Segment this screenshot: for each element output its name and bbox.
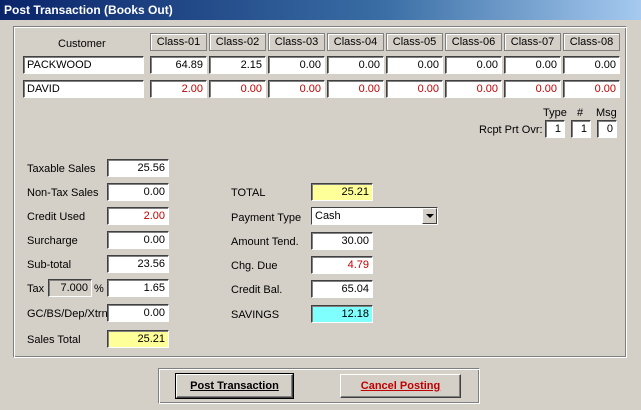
taxable-sales-field[interactable]: 25.56 xyxy=(107,159,169,177)
class-value-cell[interactable]: 0.00 xyxy=(327,80,384,98)
class-header-8: Class-08 xyxy=(563,33,620,51)
total-label: TOTAL xyxy=(231,187,266,199)
sales-total-label: Sales Total xyxy=(27,334,81,346)
cancel-posting-button[interactable]: Cancel Posting xyxy=(340,374,461,398)
surcharge-label: Surcharge xyxy=(27,235,78,247)
nontax-sales-field[interactable]: 0.00 xyxy=(107,183,169,201)
chg-due-field[interactable]: 4.79 xyxy=(311,256,373,274)
class-value-cell[interactable]: 0.00 xyxy=(563,80,620,98)
class-value-cell[interactable]: 0.00 xyxy=(268,56,325,74)
class-value-cell[interactable]: 0.00 xyxy=(504,80,561,98)
receipt-msg-header: Msg xyxy=(596,107,617,119)
receipt-num-field[interactable]: 1 xyxy=(571,120,591,138)
customer-name-field[interactable]: PACKWOOD xyxy=(23,56,144,74)
receipt-override-label: Rcpt Prt Ovr: xyxy=(479,124,543,136)
window-titlebar: Post Transaction (Books Out) xyxy=(0,0,641,20)
class-value-cell[interactable]: 2.00 xyxy=(150,80,207,98)
nontax-sales-label: Non-Tax Sales xyxy=(27,187,99,199)
gc-label: GC/BS/Dep/Xtrn xyxy=(27,308,108,320)
class-value-cell[interactable]: 0.00 xyxy=(209,80,266,98)
surcharge-field[interactable]: 0.00 xyxy=(107,231,169,249)
class-header-5: Class-05 xyxy=(386,33,443,51)
chg-due-label: Chg. Due xyxy=(231,260,278,272)
credit-bal-field[interactable]: 65.04 xyxy=(311,280,373,298)
tax-percent-sign: % xyxy=(94,283,104,295)
amount-tend-label: Amount Tend. xyxy=(231,236,299,248)
subtotal-label: Sub-total xyxy=(27,259,72,271)
class-value-cell[interactable]: 64.89 xyxy=(150,56,207,74)
total-field[interactable]: 25.21 xyxy=(311,183,373,201)
savings-field[interactable]: 12.18 xyxy=(311,305,373,323)
class-header-1: Class-01 xyxy=(150,33,207,51)
class-value-cell[interactable]: 0.00 xyxy=(386,56,443,74)
class-value-cell[interactable]: 0.00 xyxy=(563,56,620,74)
customer-name-field[interactable]: DAVID xyxy=(23,80,144,98)
class-value-cell[interactable]: 0.00 xyxy=(386,80,443,98)
receipt-msg-field[interactable]: 0 xyxy=(597,120,617,138)
amount-tend-field[interactable]: 30.00 xyxy=(311,232,373,250)
credit-used-label: Credit Used xyxy=(27,211,86,223)
class-value-cell[interactable]: 0.00 xyxy=(327,56,384,74)
chevron-down-icon[interactable] xyxy=(422,208,437,224)
post-transaction-button[interactable]: Post Transaction xyxy=(175,373,294,399)
class-header-7: Class-07 xyxy=(504,33,561,51)
class-value-cell[interactable]: 2.15 xyxy=(209,56,266,74)
savings-label: SAVINGS xyxy=(231,309,280,321)
taxable-sales-label: Taxable Sales xyxy=(27,163,96,175)
class-header-2: Class-02 xyxy=(209,33,266,51)
receipt-num-header: # xyxy=(577,107,584,119)
subtotal-field[interactable]: 23.56 xyxy=(107,255,169,273)
tax-rate-field[interactable]: 7.000 xyxy=(48,279,92,297)
credit-used-field[interactable]: 2.00 xyxy=(107,207,169,225)
class-header-3: Class-03 xyxy=(268,33,325,51)
credit-bal-label: Credit Bal. xyxy=(231,284,283,296)
payment-type-select[interactable]: Cash xyxy=(311,207,438,225)
payment-type-value: Cash xyxy=(315,210,341,222)
tax-field[interactable]: 1.65 xyxy=(107,279,169,297)
class-header-4: Class-04 xyxy=(327,33,384,51)
class-value-cell[interactable]: 0.00 xyxy=(445,56,502,74)
sales-total-field[interactable]: 25.21 xyxy=(107,330,169,348)
payment-type-label: Payment Type xyxy=(231,212,302,224)
receipt-type-field[interactable]: 1 xyxy=(545,120,565,138)
receipt-type-header: Type xyxy=(543,107,567,119)
class-value-cell[interactable]: 0.00 xyxy=(504,56,561,74)
class-header-6: Class-06 xyxy=(445,33,502,51)
gc-field[interactable]: 0.00 xyxy=(107,304,169,322)
window-title: Post Transaction (Books Out) xyxy=(4,3,173,17)
tax-label: Tax xyxy=(27,283,45,295)
class-value-cell[interactable]: 0.00 xyxy=(445,80,502,98)
class-value-cell[interactable]: 0.00 xyxy=(268,80,325,98)
customer-header: Customer xyxy=(58,38,106,50)
